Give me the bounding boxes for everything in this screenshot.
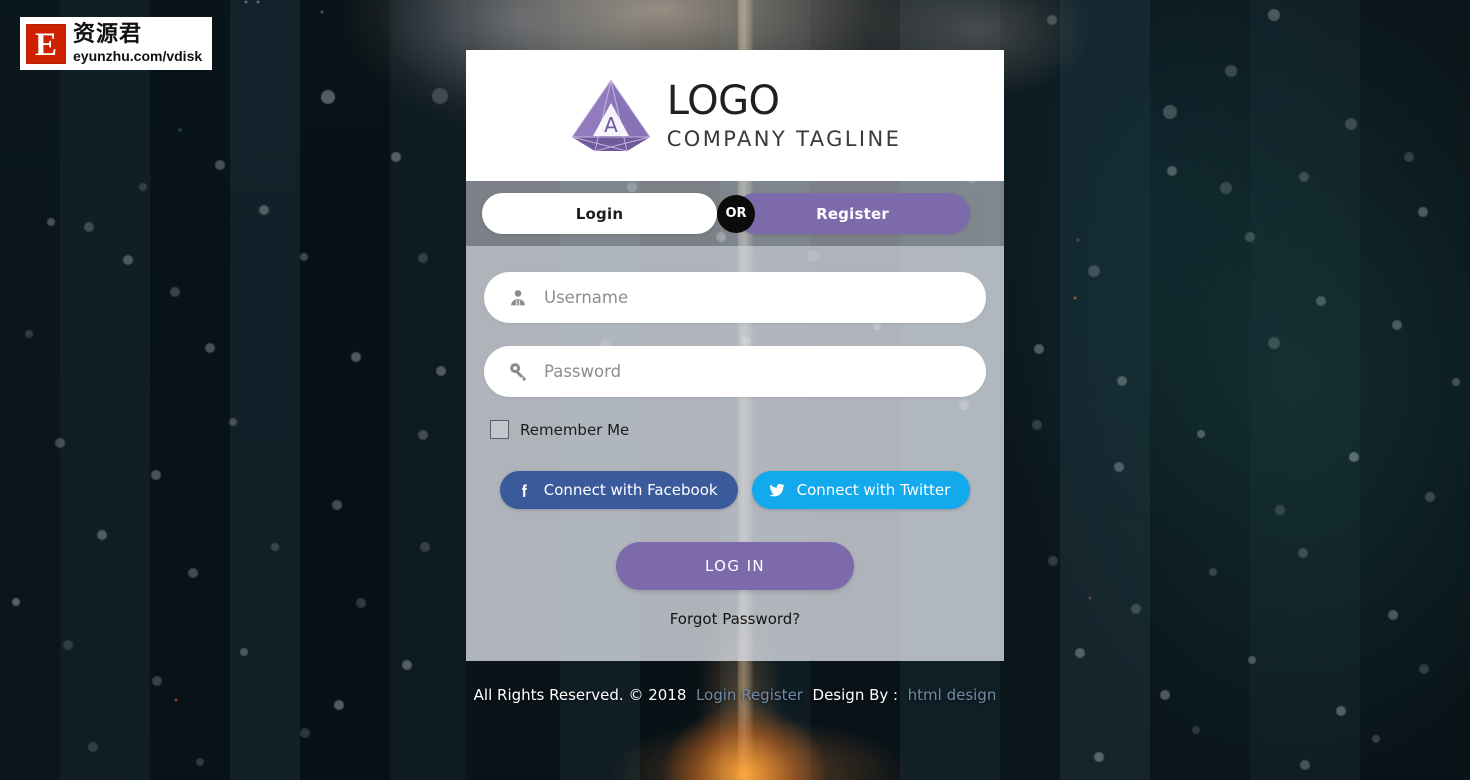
watermark-logo: E 资源君 eyunzhu.com/vdisk bbox=[20, 17, 212, 70]
logo-letter: A bbox=[604, 113, 618, 137]
forgot-password-link[interactable]: Forgot Password? bbox=[670, 610, 801, 628]
username-field[interactable] bbox=[484, 272, 986, 323]
remember-me-checkbox[interactable] bbox=[490, 420, 509, 439]
watermark-brand: 资源君 bbox=[73, 22, 143, 47]
footer-login-register-link[interactable]: Login Register bbox=[696, 686, 803, 704]
footer-copyright: All Rights Reserved. © 2018 bbox=[473, 686, 687, 704]
connect-facebook-label: Connect with Facebook bbox=[543, 481, 718, 499]
page-title: LOGO bbox=[666, 78, 780, 124]
watermark-text: 资源君 eyunzhu.com/vdisk bbox=[73, 22, 203, 64]
tab-register[interactable]: Register bbox=[735, 193, 970, 234]
page-tagline: COMPANY TAGLINE bbox=[666, 127, 902, 151]
social-login-row: Connect with Facebook Connect with Twitt… bbox=[484, 471, 986, 509]
watermark-letter-badge: E bbox=[26, 23, 66, 64]
card-header: A LOGO COMPANY TAGLINE bbox=[466, 50, 1004, 181]
facebook-icon bbox=[516, 482, 533, 499]
remember-me-label: Remember Me bbox=[520, 420, 630, 439]
log-in-button[interactable]: LOG IN bbox=[616, 542, 854, 590]
login-card: A LOGO COMPANY TAGLINE Login OR Register bbox=[466, 50, 1004, 661]
login-page: E 资源君 eyunzhu.com/vdisk A LOGO COMPANY T… bbox=[0, 0, 1470, 780]
logo-wordmark: LOGO COMPANY TAGLINE bbox=[667, 81, 902, 150]
or-separator-badge: OR bbox=[717, 194, 755, 233]
tab-login[interactable]: Login bbox=[482, 193, 717, 234]
remember-me-row[interactable]: Remember Me bbox=[490, 420, 986, 439]
connect-facebook-button[interactable]: Connect with Facebook bbox=[499, 471, 738, 509]
footer-html-design-link[interactable]: html design bbox=[908, 686, 997, 704]
connect-twitter-label: Connect with Twitter bbox=[796, 481, 951, 499]
footer-design-by: Design By : bbox=[812, 686, 899, 704]
watermark-url: eyunzhu.com/vdisk bbox=[73, 48, 203, 64]
login-form: Remember Me Connect with Facebook bbox=[466, 246, 1004, 661]
password-field[interactable] bbox=[484, 346, 986, 397]
auth-tab-row: Login OR Register bbox=[466, 181, 1004, 246]
triangle-prism-logo-icon: A bbox=[569, 77, 653, 155]
key-icon bbox=[506, 360, 530, 384]
forgot-password-row: Forgot Password? bbox=[484, 610, 986, 629]
connect-twitter-button[interactable]: Connect with Twitter bbox=[751, 471, 971, 509]
twitter-icon bbox=[768, 481, 786, 499]
footer: All Rights Reserved. © 2018 Login Regist… bbox=[0, 686, 1470, 704]
user-icon bbox=[506, 286, 530, 310]
submit-row: LOG IN bbox=[484, 542, 986, 590]
password-input[interactable] bbox=[542, 361, 969, 382]
username-input[interactable] bbox=[542, 287, 969, 308]
